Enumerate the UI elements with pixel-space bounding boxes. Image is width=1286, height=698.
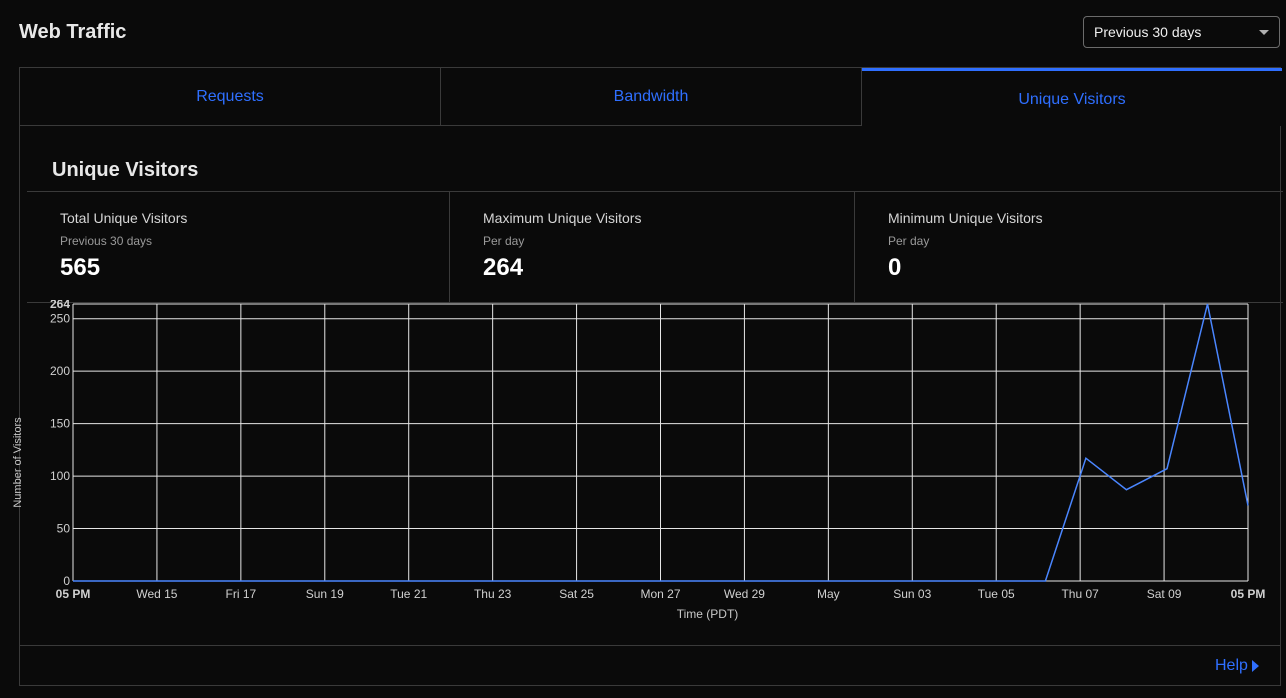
x-tick-label: Mon 27 — [640, 587, 680, 601]
stat-value: 264 — [483, 254, 524, 281]
date-range-select[interactable]: Previous 30 days — [1083, 16, 1280, 48]
x-tick-label: Thu 23 — [474, 587, 512, 601]
stat-total: Total Unique Visitors Previous 30 days 5… — [27, 192, 449, 302]
tab-label: Unique Visitors — [1018, 90, 1126, 108]
stat-subtitle: Previous 30 days — [60, 234, 153, 248]
y-tick-label: 250 — [50, 312, 70, 326]
tab-requests[interactable]: Requests — [20, 68, 441, 126]
x-tick-label: Sat 25 — [559, 587, 594, 601]
stats-row: Total Unique Visitors Previous 30 days 5… — [27, 191, 1283, 303]
y-axis-title: Number of Visitors — [12, 417, 24, 508]
stat-subtitle: Per day — [483, 234, 525, 248]
y-tick-label: 150 — [50, 417, 70, 431]
footer-divider — [19, 645, 1281, 646]
tab-label: Requests — [196, 87, 264, 105]
y-tick-label: 50 — [57, 522, 71, 536]
caret-down-icon — [1259, 30, 1269, 35]
date-range-value: Previous 30 days — [1094, 24, 1202, 40]
help-label: Help — [1215, 657, 1248, 674]
stat-value: 565 — [60, 254, 101, 281]
tab-label: Bandwidth — [613, 87, 689, 105]
stat-title: Maximum Unique Visitors — [483, 210, 642, 226]
help-link[interactable]: Help — [1215, 657, 1259, 675]
section-title: Unique Visitors — [52, 159, 199, 181]
x-tick-label: Wed 15 — [136, 587, 177, 601]
stat-maximum: Maximum Unique Visitors Per day 264 — [449, 192, 854, 302]
x-tick-label: Tue 05 — [978, 587, 1015, 601]
x-tick-label: Wed 29 — [724, 587, 765, 601]
x-tick-label: Tue 21 — [390, 587, 427, 601]
y-tick-label: 200 — [50, 364, 70, 378]
x-tick-label: Sun 03 — [893, 587, 931, 601]
stat-title: Minimum Unique Visitors — [888, 210, 1043, 226]
stat-title: Total Unique Visitors — [60, 210, 188, 226]
page-title: Web Traffic — [19, 21, 127, 43]
x-tick-label: 05 PM — [56, 587, 91, 601]
tab-unique-visitors[interactable]: Unique Visitors — [862, 68, 1282, 126]
x-tick-label: May — [817, 587, 840, 601]
x-tick-label: Sat 09 — [1147, 587, 1182, 601]
x-tick-label: Thu 07 — [1061, 587, 1099, 601]
tab-bar: Requests Bandwidth Unique Visitors — [20, 68, 1282, 126]
x-tick-label: 05 PM — [1231, 587, 1266, 601]
y-tick-label: 0 — [63, 574, 70, 588]
x-axis-title: Time (PDT) — [677, 607, 739, 621]
y-tick-label: 264 — [50, 300, 70, 311]
stat-value: 0 — [888, 254, 902, 281]
stat-minimum: Minimum Unique Visitors Per day 0 — [854, 192, 1283, 302]
stat-subtitle: Per day — [888, 234, 930, 248]
caret-right-icon — [1251, 660, 1259, 672]
y-tick-label: 100 — [50, 469, 70, 483]
x-tick-label: Fri 17 — [226, 587, 257, 601]
tab-bandwidth[interactable]: Bandwidth — [441, 68, 862, 126]
x-tick-label: Sun 19 — [306, 587, 344, 601]
visitors-line-chart: 05 PM Wed 15 Fri 17 Sun 19 Tue 21 Thu 23 Sat 2… — [12, 300, 1266, 621]
